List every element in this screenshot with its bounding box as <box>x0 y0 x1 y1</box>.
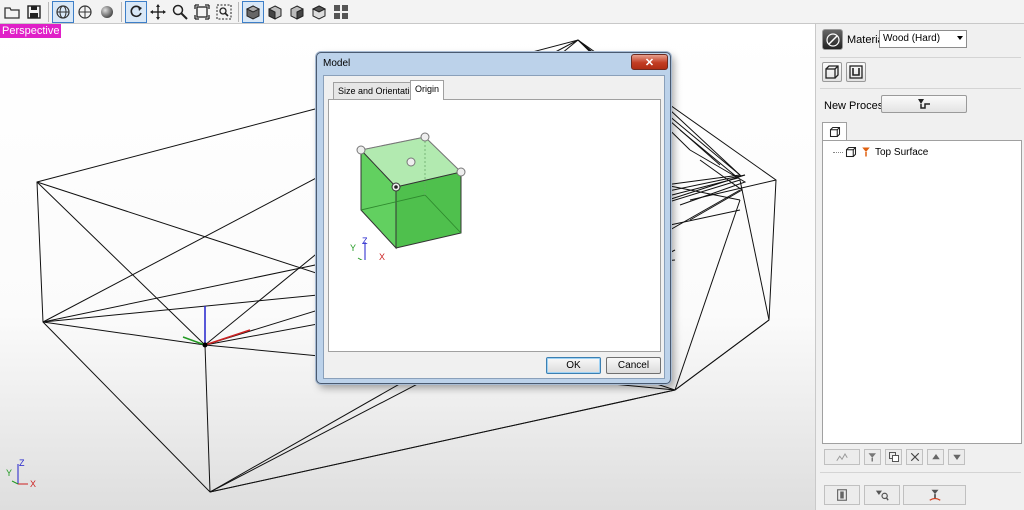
globe-view-icon[interactable] <box>74 1 96 23</box>
divider <box>820 57 1021 58</box>
close-button[interactable]: ✕ <box>631 54 668 70</box>
stock-icon <box>837 489 847 501</box>
corner-axis-triad: Y Z X <box>6 458 36 489</box>
dialog-title: Model <box>323 58 351 69</box>
material-select-value: Wood (Hard) <box>883 33 941 44</box>
origin-axis-labels: Z Y X <box>350 236 385 262</box>
pan-icon[interactable] <box>147 1 169 23</box>
chevron-down-icon <box>957 36 963 40</box>
right-panel: Material Wood (Hard) New Process Top Sur… <box>815 24 1024 510</box>
toolbar-separator <box>48 1 49 22</box>
tree-item-top-surface[interactable]: Top Surface <box>833 146 928 158</box>
view-iso-icon[interactable] <box>242 0 264 23</box>
new-process-label: New Process <box>824 100 889 112</box>
save-icon[interactable] <box>23 1 45 23</box>
axis-y-label: Y <box>350 243 356 253</box>
tree-item-label: Top Surface <box>875 146 929 158</box>
divider <box>820 472 1021 473</box>
open-icon[interactable] <box>1 1 23 23</box>
dialog-client-area: Size and Orientation Origin Z Y X OK Can… <box>323 75 665 379</box>
tool-search-icon <box>875 490 889 501</box>
stock-icon <box>849 65 863 79</box>
zoom-window-icon[interactable] <box>213 1 235 23</box>
corner-axis-z-label: Z <box>19 458 25 468</box>
tab-origin[interactable]: Origin <box>410 80 445 100</box>
material-select[interactable]: Wood (Hard) <box>879 30 967 48</box>
edit-process-button[interactable] <box>824 449 860 465</box>
tree-connector <box>833 151 843 153</box>
add-tool-button[interactable] <box>864 449 881 465</box>
material-button[interactable] <box>822 29 843 50</box>
stock-view-button[interactable] <box>824 485 860 505</box>
view-mode-label: Perspective <box>0 24 62 38</box>
copy-icon <box>888 452 899 462</box>
sphere-shade-icon[interactable] <box>96 1 118 23</box>
surfacing-tool-icon <box>862 147 870 157</box>
main-toolbar <box>0 0 1024 24</box>
wireframe-view-icon[interactable] <box>52 0 74 23</box>
divider <box>820 88 1021 89</box>
tool-icon <box>868 453 876 462</box>
stock-setup-button[interactable] <box>846 62 866 82</box>
cancel-button[interactable]: Cancel <box>606 357 661 374</box>
model-setup-button[interactable] <box>822 62 842 82</box>
toolbar-separator <box>121 1 122 22</box>
process-tool-icon <box>918 99 930 109</box>
process-tree: Top Surface <box>822 140 1022 444</box>
axis-x-label: X <box>379 252 385 262</box>
material-icon <box>825 32 840 47</box>
move-up-button[interactable] <box>927 449 944 465</box>
delete-button[interactable] <box>906 449 923 465</box>
rotate-icon[interactable] <box>125 0 147 23</box>
view-front-icon[interactable] <box>264 1 286 23</box>
corner-axis-x-label: X <box>30 479 36 489</box>
arrow-up-icon <box>931 454 940 460</box>
cutting-tool-icon <box>928 489 941 501</box>
new-process-button[interactable] <box>881 95 967 113</box>
zoom-icon[interactable] <box>169 1 191 23</box>
model-box-icon <box>845 146 857 158</box>
tool-search-button[interactable] <box>864 485 900 505</box>
view-top-icon[interactable] <box>308 1 330 23</box>
move-down-button[interactable] <box>948 449 965 465</box>
toolpath-icon <box>836 453 848 462</box>
view-right-icon[interactable] <box>286 1 308 23</box>
model-dialog: Model ✕ Size and Orientation Origin Z Y … <box>316 52 671 384</box>
model-box-icon <box>825 65 839 79</box>
model-box-icon <box>829 126 840 138</box>
close-icon <box>910 452 919 462</box>
toolbar-separator <box>238 1 239 22</box>
zoom-extents-icon[interactable] <box>191 1 213 23</box>
copy-button[interactable] <box>885 449 902 465</box>
tree-tab[interactable] <box>822 122 847 141</box>
arrow-down-icon <box>952 454 961 460</box>
corner-axis-y-label: Y <box>6 468 12 478</box>
view-grid-icon[interactable] <box>330 1 352 23</box>
axis-z-label: Z <box>362 236 368 246</box>
ok-button[interactable]: OK <box>546 357 601 374</box>
origin-tab-page: Z Y X <box>328 99 661 352</box>
simulate-button[interactable] <box>903 485 966 505</box>
close-icon: ✕ <box>644 56 655 69</box>
